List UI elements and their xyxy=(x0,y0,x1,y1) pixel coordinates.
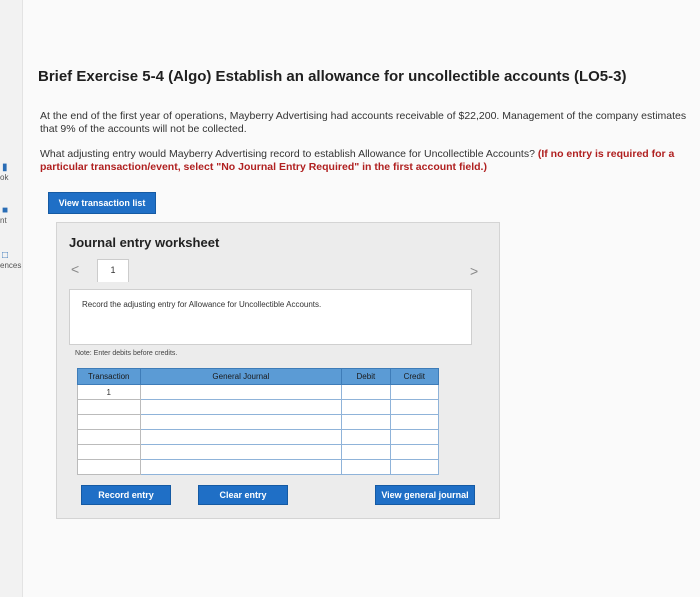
debit-input[interactable] xyxy=(341,459,391,475)
clear-entry-button[interactable]: Clear entry xyxy=(198,485,288,505)
table-row xyxy=(77,399,440,415)
chevron-right-icon[interactable]: > xyxy=(470,263,478,279)
col-header-debit: Debit xyxy=(341,368,391,385)
question-text: What adjusting entry would Mayberry Adve… xyxy=(40,148,535,160)
left-sidebar: ▮ ok ■ nt □ ences xyxy=(0,0,23,597)
table-row xyxy=(77,444,440,460)
debit-input[interactable] xyxy=(341,429,391,445)
worksheet-title: Journal entry worksheet xyxy=(69,235,220,250)
print-icon: ■ xyxy=(2,205,9,216)
account-input[interactable] xyxy=(139,384,343,400)
exercise-description: At the end of the first year of operatio… xyxy=(40,110,687,135)
note-text: Note: Enter debits before credits. xyxy=(75,350,178,357)
debit-input[interactable] xyxy=(341,399,391,415)
debit-input[interactable] xyxy=(341,444,391,460)
view-general-journal-button[interactable]: View general journal xyxy=(375,485,475,505)
references-icon: □ xyxy=(2,250,9,261)
sidebar-item-label: nt xyxy=(0,216,7,225)
account-input[interactable] xyxy=(139,429,343,445)
credit-input[interactable] xyxy=(389,429,440,445)
tab-entry-1[interactable]: 1 xyxy=(97,259,129,282)
account-input[interactable] xyxy=(139,414,343,430)
sidebar-item-label: ok xyxy=(0,173,9,182)
debit-input[interactable] xyxy=(341,414,391,430)
transaction-cell xyxy=(77,429,141,445)
credit-input[interactable] xyxy=(389,459,440,475)
col-header-general-journal: General Journal xyxy=(139,368,343,385)
entry-prompt: Record the adjusting entry for Allowance… xyxy=(82,300,322,309)
record-entry-button[interactable]: Record entry xyxy=(81,485,171,505)
journal-entry-worksheet: Journal entry worksheet < 1 > Record the… xyxy=(56,222,500,519)
credit-input[interactable] xyxy=(389,414,440,430)
table-row xyxy=(77,429,440,445)
credit-input[interactable] xyxy=(389,444,440,460)
transaction-cell xyxy=(77,459,141,475)
chevron-left-icon[interactable]: < xyxy=(71,261,79,277)
sidebar-item-print[interactable]: ■ nt xyxy=(0,205,28,225)
sidebar-item-references[interactable]: □ ences xyxy=(0,250,28,270)
credit-input[interactable] xyxy=(389,399,440,415)
exercise-question: What adjusting entry would Mayberry Adve… xyxy=(40,148,690,174)
debit-input[interactable] xyxy=(341,384,391,400)
table-row xyxy=(77,414,440,430)
exercise-title: Brief Exercise 5-4 (Algo) Establish an a… xyxy=(38,68,627,85)
view-transaction-list-button[interactable]: View transaction list xyxy=(48,192,156,214)
col-header-transaction: Transaction xyxy=(77,368,141,385)
transaction-cell xyxy=(77,444,141,460)
sidebar-item-book[interactable]: ▮ ok xyxy=(0,162,28,182)
sidebar-item-label: ences xyxy=(0,261,22,270)
account-input[interactable] xyxy=(139,399,343,415)
account-input[interactable] xyxy=(139,444,343,460)
col-header-credit: Credit xyxy=(389,368,440,385)
entry-prompt-box: Record the adjusting entry for Allowance… xyxy=(69,289,472,345)
table-row xyxy=(77,459,440,475)
table-row: 1 xyxy=(77,384,440,400)
journal-table: Transaction General Journal Debit Credit… xyxy=(77,368,440,475)
account-input[interactable] xyxy=(139,459,343,475)
transaction-cell xyxy=(77,414,141,430)
journal-header-row: Transaction General Journal Debit Credit xyxy=(77,368,440,385)
credit-input[interactable] xyxy=(389,384,440,400)
transaction-cell xyxy=(77,399,141,415)
book-icon: ▮ xyxy=(2,162,8,173)
transaction-cell: 1 xyxy=(77,384,141,400)
